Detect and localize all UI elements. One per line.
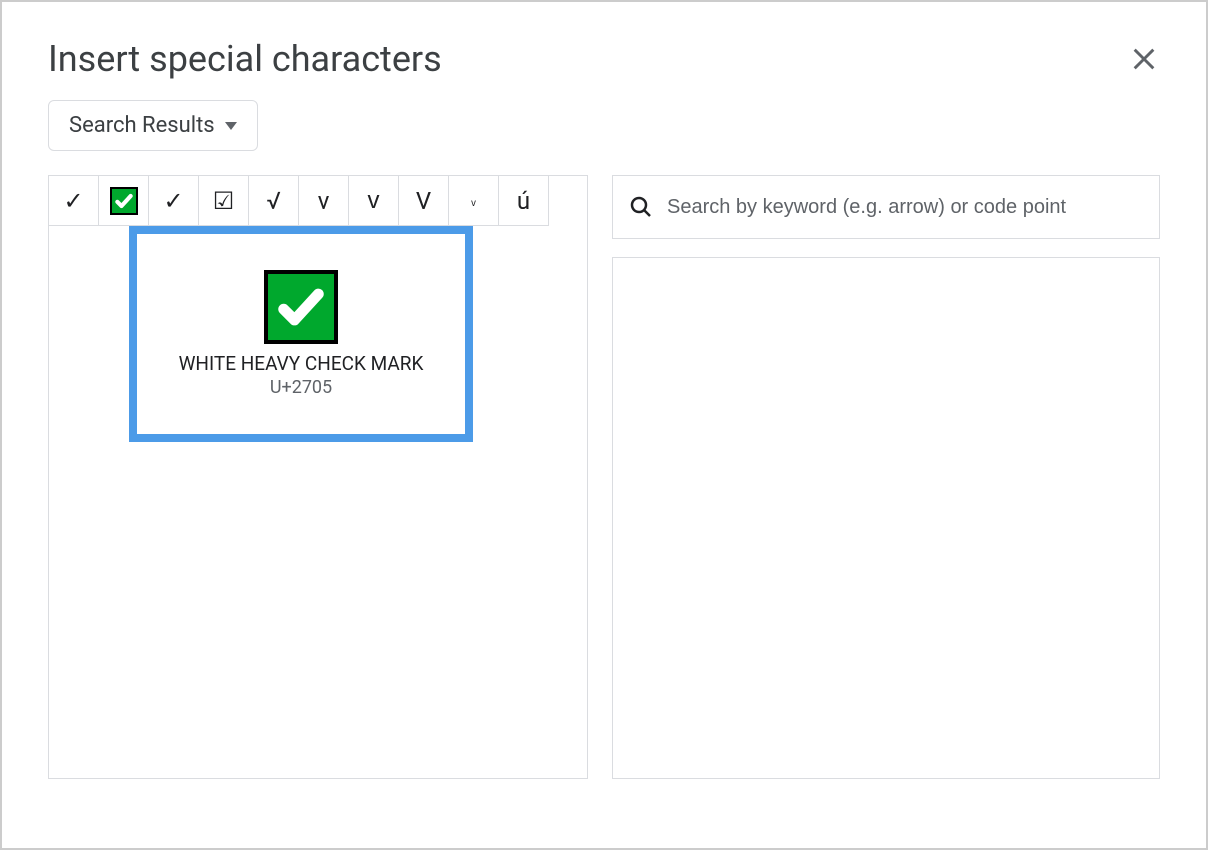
insert-special-characters-dialog: Insert special characters Search Results… <box>2 2 1206 815</box>
dialog-header: Insert special characters <box>48 38 1160 80</box>
dropdown-label: Search Results <box>69 113 215 138</box>
search-input[interactable] <box>667 196 1143 219</box>
char-cell-latin-sub-v[interactable]: ᵥ <box>449 176 499 226</box>
draw-character-box[interactable] <box>612 257 1160 779</box>
preview-name: WHITE HEAVY CHECK MARK <box>179 352 424 375</box>
dialog-title: Insert special characters <box>48 38 442 80</box>
chevron-down-icon <box>225 122 237 130</box>
char-cell-latin-v-1[interactable]: v <box>299 176 349 226</box>
character-preview-popup: WHITE HEAVY CHECK MARK U+2705 <box>129 226 473 442</box>
character-grid-panel: ✓✓☑√vᴠVᵥú WHITE HEAVY CHECK MARK U+2705 <box>48 175 588 779</box>
preview-glyph <box>264 270 338 344</box>
right-panel <box>612 175 1160 779</box>
char-cell-check-mark[interactable]: ✓ <box>49 176 99 226</box>
search-icon <box>629 195 653 219</box>
search-box[interactable] <box>612 175 1160 239</box>
character-grid: ✓✓☑√vᴠVᵥú <box>49 176 587 226</box>
content-area: ✓✓☑√vᴠVᵥú WHITE HEAVY CHECK MARK U+2705 <box>48 175 1160 779</box>
char-cell-square-root[interactable]: √ <box>249 176 299 226</box>
category-dropdown[interactable]: Search Results <box>48 100 258 151</box>
char-cell-latin-u-acute[interactable]: ú <box>499 176 549 226</box>
close-button[interactable] <box>1128 43 1160 75</box>
preview-codepoint: U+2705 <box>270 377 332 398</box>
green-check-icon <box>110 187 138 215</box>
check-icon <box>275 281 327 333</box>
char-cell-latin-v-2[interactable]: ᴠ <box>349 176 399 226</box>
close-icon <box>1130 45 1158 73</box>
char-cell-white-heavy-check-mark[interactable] <box>99 176 149 226</box>
char-cell-heavy-check-mark[interactable]: ✓ <box>149 176 199 226</box>
char-cell-latin-cap-v[interactable]: V <box>399 176 449 226</box>
char-cell-ballot-box-check[interactable]: ☑ <box>199 176 249 226</box>
